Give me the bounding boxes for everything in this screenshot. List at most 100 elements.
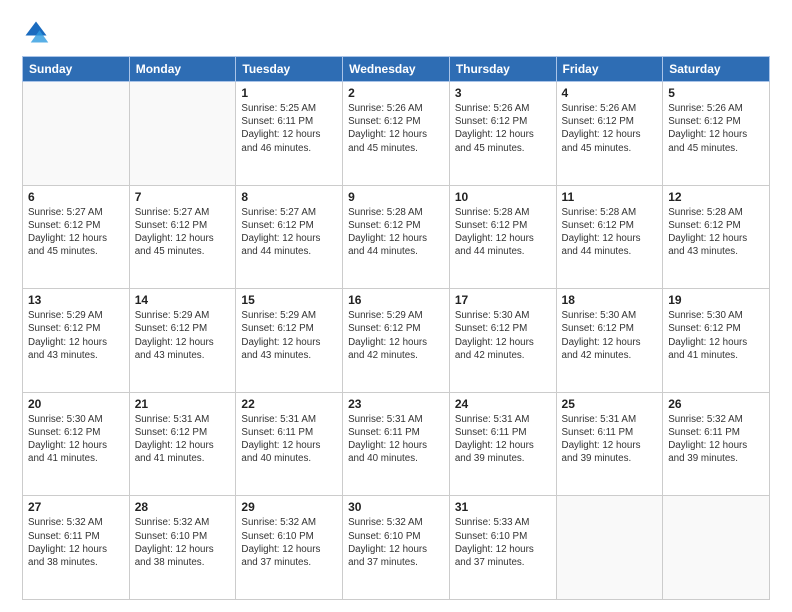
day-number: 23 [348, 397, 444, 411]
week-row-1: 6 Sunrise: 5:27 AMSunset: 6:12 PMDaylight… [23, 185, 770, 289]
day-number: 16 [348, 293, 444, 307]
day-cell: 12 Sunrise: 5:28 AMSunset: 6:12 PMDayligh… [663, 185, 770, 289]
day-cell [129, 82, 236, 186]
col-header-thursday: Thursday [449, 57, 556, 82]
day-cell: 2 Sunrise: 5:26 AMSunset: 6:12 PMDaylight… [343, 82, 450, 186]
day-number: 17 [455, 293, 551, 307]
day-info: Sunrise: 5:28 AMSunset: 6:12 PMDaylight:… [562, 206, 658, 259]
day-number: 19 [668, 293, 764, 307]
day-number: 2 [348, 86, 444, 100]
col-header-sunday: Sunday [23, 57, 130, 82]
day-number: 21 [135, 397, 231, 411]
day-number: 10 [455, 190, 551, 204]
day-number: 29 [241, 500, 337, 514]
day-info: Sunrise: 5:28 AMSunset: 6:12 PMDaylight:… [668, 206, 764, 259]
day-number: 14 [135, 293, 231, 307]
logo [22, 18, 54, 46]
calendar-header-row: SundayMondayTuesdayWednesdayThursdayFrid… [23, 57, 770, 82]
day-info: Sunrise: 5:31 AMSunset: 6:11 PMDaylight:… [348, 413, 444, 466]
day-number: 25 [562, 397, 658, 411]
day-cell: 10 Sunrise: 5:28 AMSunset: 6:12 PMDayligh… [449, 185, 556, 289]
day-info: Sunrise: 5:29 AMSunset: 6:12 PMDaylight:… [135, 309, 231, 362]
day-cell [663, 496, 770, 600]
week-row-4: 27 Sunrise: 5:32 AMSunset: 6:11 PMDayligh… [23, 496, 770, 600]
day-cell: 16 Sunrise: 5:29 AMSunset: 6:12 PMDayligh… [343, 289, 450, 393]
day-info: Sunrise: 5:31 AMSunset: 6:11 PMDaylight:… [241, 413, 337, 466]
day-info: Sunrise: 5:32 AMSunset: 6:11 PMDaylight:… [668, 413, 764, 466]
day-cell: 21 Sunrise: 5:31 AMSunset: 6:12 PMDayligh… [129, 392, 236, 496]
day-info: Sunrise: 5:31 AMSunset: 6:12 PMDaylight:… [135, 413, 231, 466]
logo-icon [22, 18, 50, 46]
day-number: 3 [455, 86, 551, 100]
day-cell: 4 Sunrise: 5:26 AMSunset: 6:12 PMDaylight… [556, 82, 663, 186]
day-cell: 22 Sunrise: 5:31 AMSunset: 6:11 PMDayligh… [236, 392, 343, 496]
day-info: Sunrise: 5:31 AMSunset: 6:11 PMDaylight:… [455, 413, 551, 466]
week-row-2: 13Sunrise: 5:29 AMSunset: 6:12 PMDayligh… [23, 289, 770, 393]
day-number: 4 [562, 86, 658, 100]
header [22, 18, 770, 46]
day-info: Sunrise: 5:26 AMSunset: 6:12 PMDaylight:… [668, 102, 764, 155]
day-cell [23, 82, 130, 186]
day-cell: 7 Sunrise: 5:27 AMSunset: 6:12 PMDaylight… [129, 185, 236, 289]
day-info: Sunrise: 5:31 AMSunset: 6:11 PMDaylight:… [562, 413, 658, 466]
day-number: 26 [668, 397, 764, 411]
day-info: Sunrise: 5:26 AMSunset: 6:12 PMDaylight:… [562, 102, 658, 155]
col-header-monday: Monday [129, 57, 236, 82]
day-cell: 19 Sunrise: 5:30 AMSunset: 6:12 PMDayligh… [663, 289, 770, 393]
day-cell: 25 Sunrise: 5:31 AMSunset: 6:11 PMDayligh… [556, 392, 663, 496]
col-header-tuesday: Tuesday [236, 57, 343, 82]
day-cell: 6 Sunrise: 5:27 AMSunset: 6:12 PMDaylight… [23, 185, 130, 289]
day-info: Sunrise: 5:32 AMSunset: 6:10 PMDaylight:… [348, 516, 444, 569]
day-cell: 29 Sunrise: 5:32 AMSunset: 6:10 PMDayligh… [236, 496, 343, 600]
calendar-table: SundayMondayTuesdayWednesdayThursdayFrid… [22, 56, 770, 600]
day-info: Sunrise: 5:32 AMSunset: 6:10 PMDaylight:… [135, 516, 231, 569]
day-info: Sunrise: 5:25 AMSunset: 6:11 PMDaylight:… [241, 102, 337, 155]
day-info: Sunrise: 5:30 AMSunset: 6:12 PMDaylight:… [28, 413, 124, 466]
day-cell: 13Sunrise: 5:29 AMSunset: 6:12 PMDayligh… [23, 289, 130, 393]
day-info: Sunrise: 5:30 AMSunset: 6:12 PMDaylight:… [562, 309, 658, 362]
day-info: Sunrise: 5:28 AMSunset: 6:12 PMDaylight:… [348, 206, 444, 259]
day-cell: 24Sunrise: 5:31 AMSunset: 6:11 PMDayligh… [449, 392, 556, 496]
day-cell: 14 Sunrise: 5:29 AMSunset: 6:12 PMDayligh… [129, 289, 236, 393]
day-cell: 27 Sunrise: 5:32 AMSunset: 6:11 PMDayligh… [23, 496, 130, 600]
week-row-3: 20 Sunrise: 5:30 AMSunset: 6:12 PMDayligh… [23, 392, 770, 496]
day-number: 9 [348, 190, 444, 204]
day-number: 30 [348, 500, 444, 514]
day-cell: 23 Sunrise: 5:31 AMSunset: 6:11 PMDayligh… [343, 392, 450, 496]
day-info: Sunrise: 5:29 AMSunset: 6:12 PMDaylight:… [348, 309, 444, 362]
day-cell: 1 Sunrise: 5:25 AMSunset: 6:11 PMDaylight… [236, 82, 343, 186]
day-info: Sunrise: 5:32 AMSunset: 6:10 PMDaylight:… [241, 516, 337, 569]
day-info: Sunrise: 5:27 AMSunset: 6:12 PMDaylight:… [28, 206, 124, 259]
day-number: 20 [28, 397, 124, 411]
day-info: Sunrise: 5:28 AMSunset: 6:12 PMDaylight:… [455, 206, 551, 259]
day-number: 12 [668, 190, 764, 204]
day-info: Sunrise: 5:33 AMSunset: 6:10 PMDaylight:… [455, 516, 551, 569]
day-number: 8 [241, 190, 337, 204]
day-number: 5 [668, 86, 764, 100]
col-header-wednesday: Wednesday [343, 57, 450, 82]
day-info: Sunrise: 5:29 AMSunset: 6:12 PMDaylight:… [28, 309, 124, 362]
day-number: 1 [241, 86, 337, 100]
day-number: 27 [28, 500, 124, 514]
day-info: Sunrise: 5:26 AMSunset: 6:12 PMDaylight:… [455, 102, 551, 155]
day-cell [556, 496, 663, 600]
day-cell: 3 Sunrise: 5:26 AMSunset: 6:12 PMDaylight… [449, 82, 556, 186]
day-info: Sunrise: 5:26 AMSunset: 6:12 PMDaylight:… [348, 102, 444, 155]
day-number: 6 [28, 190, 124, 204]
day-cell: 17 Sunrise: 5:30 AMSunset: 6:12 PMDayligh… [449, 289, 556, 393]
week-row-0: 1 Sunrise: 5:25 AMSunset: 6:11 PMDaylight… [23, 82, 770, 186]
day-cell: 30 Sunrise: 5:32 AMSunset: 6:10 PMDayligh… [343, 496, 450, 600]
day-number: 18 [562, 293, 658, 307]
day-number: 11 [562, 190, 658, 204]
day-info: Sunrise: 5:30 AMSunset: 6:12 PMDaylight:… [455, 309, 551, 362]
day-number: 7 [135, 190, 231, 204]
day-cell: 11 Sunrise: 5:28 AMSunset: 6:12 PMDayligh… [556, 185, 663, 289]
day-number: 31 [455, 500, 551, 514]
day-cell: 20 Sunrise: 5:30 AMSunset: 6:12 PMDayligh… [23, 392, 130, 496]
col-header-friday: Friday [556, 57, 663, 82]
day-info: Sunrise: 5:32 AMSunset: 6:11 PMDaylight:… [28, 516, 124, 569]
day-info: Sunrise: 5:30 AMSunset: 6:12 PMDaylight:… [668, 309, 764, 362]
day-info: Sunrise: 5:27 AMSunset: 6:12 PMDaylight:… [135, 206, 231, 259]
day-number: 22 [241, 397, 337, 411]
day-number: 15 [241, 293, 337, 307]
